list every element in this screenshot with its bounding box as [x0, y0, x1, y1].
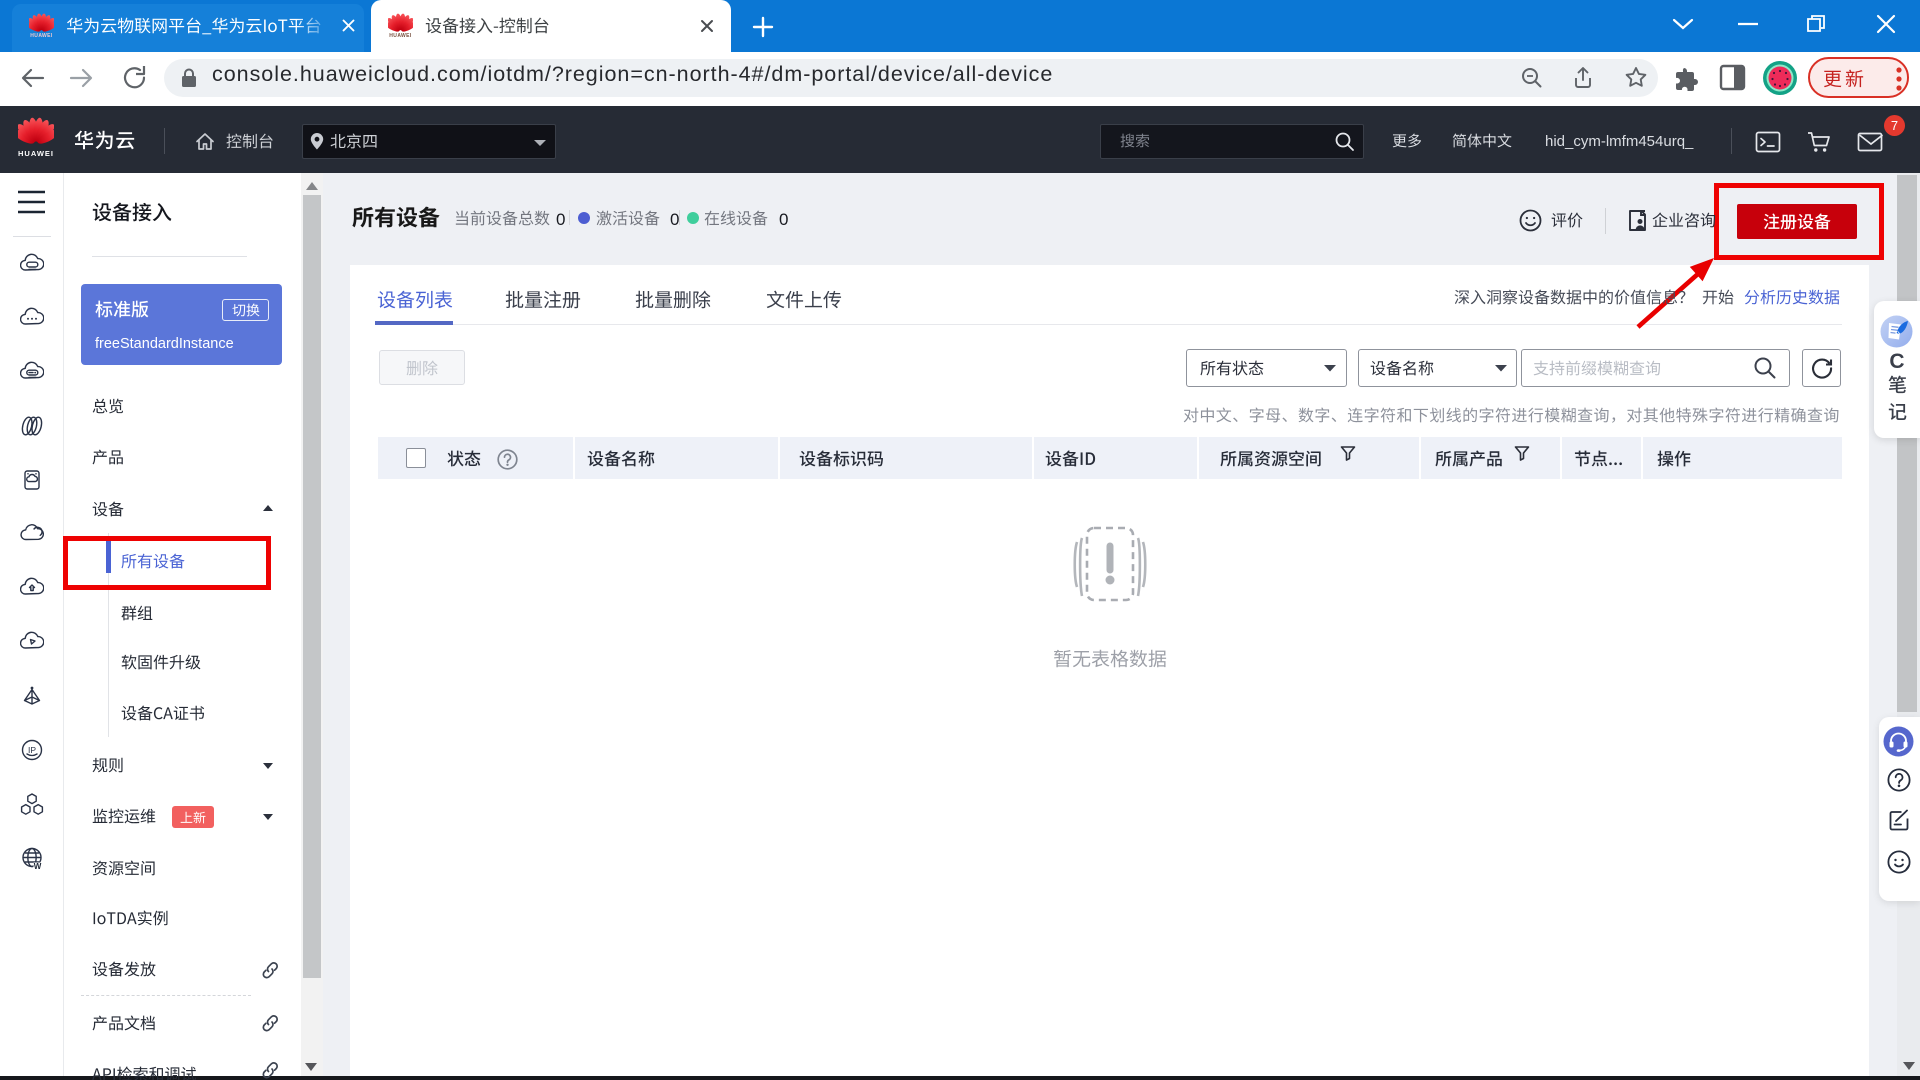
- svg-text:IP: IP: [28, 745, 36, 755]
- svg-text:W: W: [34, 862, 42, 870]
